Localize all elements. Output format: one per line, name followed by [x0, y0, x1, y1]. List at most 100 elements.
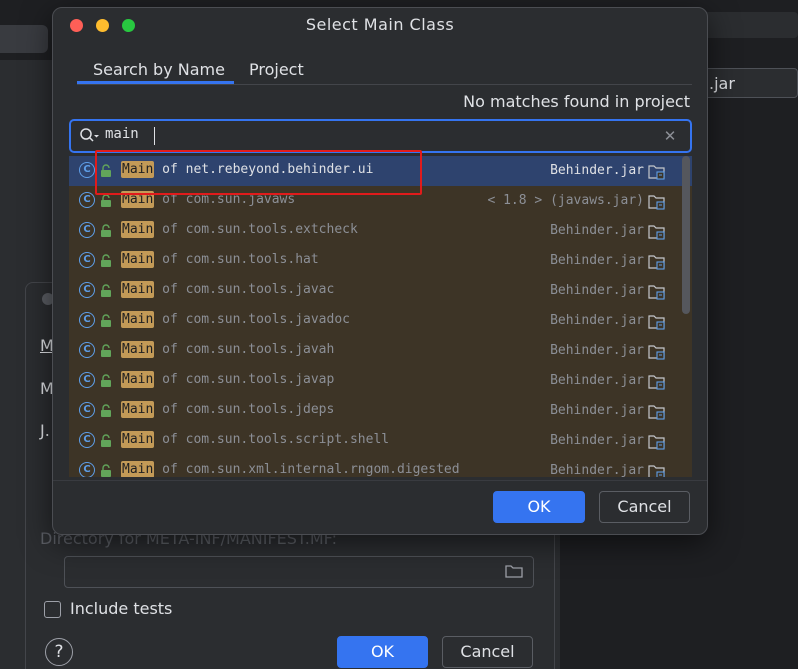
help-button[interactable]: ? [45, 638, 73, 666]
footer-separator [53, 480, 707, 481]
create-jar-dialog-label-jar-files: J. [40, 421, 50, 440]
search-input[interactable]: main [105, 126, 139, 142]
unlock-icon [101, 434, 111, 447]
result-location: < 1.8 > (javaws.jar) [487, 193, 644, 208]
result-of-text: of [162, 342, 178, 357]
result-label: Main of com.sun.xml.internal.rngom.diges… [121, 461, 460, 477]
include-tests-checkbox[interactable] [44, 601, 61, 618]
result-of-text: of [162, 222, 178, 237]
result-of-text: of [162, 402, 178, 417]
cancel-button[interactable]: Cancel [599, 491, 690, 523]
result-package: com.sun.tools.javah [185, 342, 335, 357]
result-class-name: Main [121, 341, 155, 358]
class-icon: C [79, 282, 95, 298]
result-label: Main of com.sun.tools.javap [121, 371, 335, 388]
result-label: Main of com.sun.tools.javac [121, 281, 335, 298]
result-package: com.sun.tools.script.shell [185, 432, 390, 447]
unlock-icon [101, 404, 111, 417]
result-location: Behinder.jar [550, 373, 644, 388]
create-jar-ok-button[interactable]: OK [337, 636, 428, 668]
result-location: Behinder.jar [550, 463, 644, 477]
unlock-icon [101, 344, 111, 357]
result-of-text: of [162, 312, 178, 327]
result-row[interactable]: C Main of com.sun.tools.hat Behinder.jar [69, 246, 692, 276]
jar-folder-icon [648, 225, 665, 240]
result-class-name: Main [121, 281, 155, 298]
results-scrollbar[interactable] [682, 156, 690, 314]
manifest-directory-input[interactable] [64, 556, 534, 588]
unlock-icon [101, 374, 111, 387]
result-row[interactable]: C Main of com.sun.tools.javah Behinder.jar [69, 336, 692, 366]
tab-search-by-name[interactable]: Search by Name [93, 60, 225, 79]
result-class-name: Main [121, 251, 155, 268]
result-package: com.sun.tools.javap [185, 372, 335, 387]
jar-folder-icon [648, 345, 665, 360]
jar-folder-icon [648, 465, 665, 477]
result-location: Behinder.jar [550, 343, 644, 358]
annotation-highlight-box [95, 150, 422, 195]
result-label: Main of com.sun.tools.javadoc [121, 311, 350, 328]
class-icon: C [79, 432, 95, 448]
result-package: com.sun.tools.extcheck [185, 222, 358, 237]
class-icon: C [79, 312, 95, 328]
jar-folder-icon [648, 165, 665, 180]
tab-project[interactable]: Project [249, 60, 304, 79]
result-row[interactable]: C Main of com.sun.tools.javap Behinder.jar [69, 366, 692, 396]
result-of-text: of [162, 372, 178, 387]
output-jar-field-text: .jar [709, 74, 735, 93]
result-class-name: Main [121, 311, 155, 328]
dialog-titlebar: Select Main Class [53, 8, 707, 42]
result-row[interactable]: C Main of com.sun.xml.internal.rngom.dige… [69, 456, 692, 477]
result-class-name: Main [121, 461, 155, 477]
output-jar-field[interactable]: .jar [700, 68, 798, 98]
result-label: Main of com.sun.tools.extcheck [121, 221, 358, 238]
jar-folder-icon [648, 285, 665, 300]
unlock-icon [101, 314, 111, 327]
result-row[interactable]: C Main of com.sun.tools.javadoc Behinder.j… [69, 306, 692, 336]
result-label: Main of com.sun.tools.javah [121, 341, 335, 358]
result-location: Behinder.jar [550, 163, 644, 178]
result-class-name: Main [121, 401, 155, 418]
class-icon: C [79, 402, 95, 418]
result-package: com.sun.tools.javac [185, 282, 335, 297]
jar-folder-icon [648, 405, 665, 420]
result-package: com.sun.xml.internal.rngom.digested [185, 462, 460, 477]
ok-button[interactable]: OK [493, 491, 585, 523]
unlock-icon [101, 224, 111, 237]
jar-folder-icon [648, 255, 665, 270]
result-location: Behinder.jar [550, 313, 644, 328]
results-list[interactable]: C Main of net.rebeyond.behinder.ui Behinde… [69, 156, 692, 477]
include-tests-label: Include tests [70, 599, 173, 618]
result-label: Main of com.sun.tools.script.shell [121, 431, 390, 448]
search-icon[interactable] [79, 127, 101, 145]
result-of-text: of [162, 432, 178, 447]
class-icon: C [79, 162, 95, 178]
result-location: Behinder.jar [550, 223, 644, 238]
unlock-icon [101, 254, 111, 267]
result-label: Main of com.sun.tools.jdeps [121, 401, 335, 418]
folder-icon[interactable] [505, 563, 523, 579]
class-icon: C [79, 462, 95, 477]
result-row[interactable]: C Main of com.sun.tools.javac Behinder.jar [69, 276, 692, 306]
jar-folder-icon [648, 375, 665, 390]
result-class-name: Main [121, 431, 155, 448]
ide-background-tab[interactable] [0, 25, 48, 53]
result-row[interactable]: C Main of com.sun.tools.extcheck Behinder.… [69, 216, 692, 246]
close-icon[interactable]: ✕ [662, 127, 678, 145]
dialog-title: Select Main Class [305, 15, 455, 34]
class-icon: C [79, 342, 95, 358]
result-location: Behinder.jar [550, 403, 644, 418]
unlock-icon [101, 464, 111, 477]
result-label: Main of com.sun.tools.hat [121, 251, 319, 268]
jar-folder-icon [648, 435, 665, 450]
search-field[interactable]: main ✕ [69, 119, 692, 153]
result-row[interactable]: C Main of com.sun.tools.script.shell Behin… [69, 426, 692, 456]
result-package: com.sun.tools.jdeps [185, 402, 335, 417]
result-class-name: Main [121, 221, 155, 238]
create-jar-cancel-button[interactable]: Cancel [442, 636, 533, 668]
result-location: Behinder.jar [550, 283, 644, 298]
unlock-icon [101, 284, 111, 297]
result-location: Behinder.jar [550, 253, 644, 268]
result-row[interactable]: C Main of com.sun.tools.jdeps Behinder.jar [69, 396, 692, 426]
no-matches-status: No matches found in project [463, 92, 690, 111]
